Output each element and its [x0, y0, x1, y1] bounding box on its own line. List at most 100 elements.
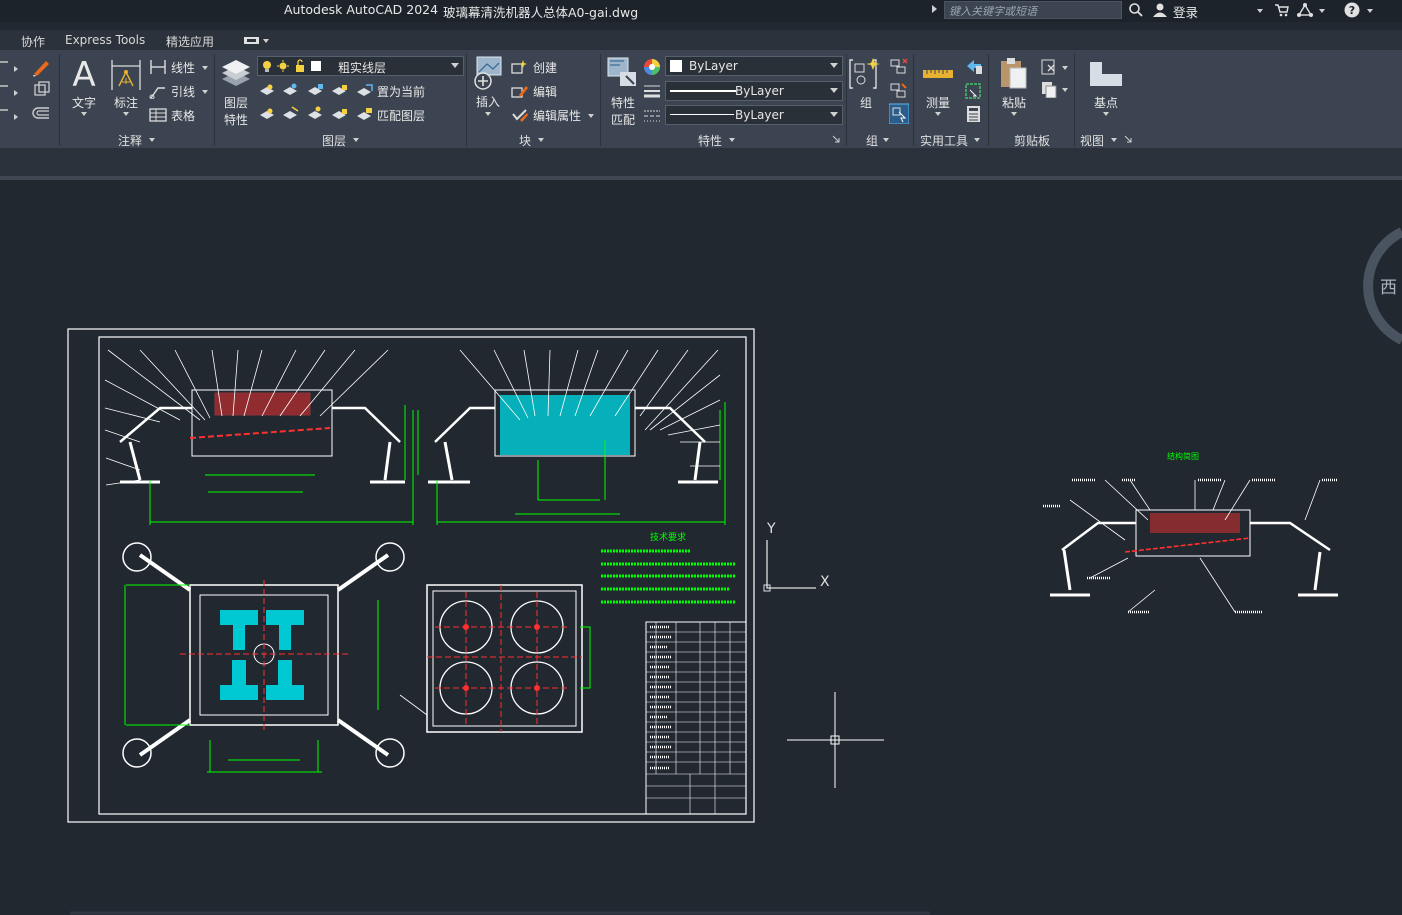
- ucs-x-label: X: [820, 574, 830, 590]
- layer-properties-icon[interactable]: [220, 57, 252, 89]
- edit-attributes-dropdown-icon[interactable]: [588, 114, 594, 118]
- measure-button-label[interactable]: 测量: [926, 94, 950, 111]
- leader-icon[interactable]: [149, 83, 167, 99]
- modify-tools-icons[interactable]: [31, 58, 53, 124]
- layers-panel-label[interactable]: 图层: [322, 132, 346, 149]
- view-dialog-launcher-icon[interactable]: [1124, 135, 1132, 143]
- set-current-icon[interactable]: [356, 83, 374, 99]
- dimension-icon[interactable]: [109, 58, 143, 94]
- layer-tools-icons[interactable]: [258, 81, 354, 129]
- layer-props-label-1[interactable]: 图层: [224, 94, 248, 111]
- login-dropdown-icon[interactable]: [1257, 9, 1263, 13]
- help-dropdown-icon[interactable]: [1367, 9, 1373, 13]
- table-icon[interactable]: [149, 107, 167, 123]
- a360-dropdown-icon[interactable]: [1319, 9, 1325, 13]
- tab-options-icon[interactable]: [244, 36, 270, 46]
- edit-attributes-label[interactable]: 编辑属性: [533, 107, 581, 124]
- groups-panel-label[interactable]: 组: [866, 132, 878, 149]
- groups-panel-expand-icon[interactable]: [883, 138, 889, 142]
- layer-dropdown[interactable]: 粗实线层: [257, 56, 464, 76]
- linear-dim-label[interactable]: 线性: [171, 59, 195, 76]
- properties-dialog-launcher-icon[interactable]: [832, 135, 840, 143]
- leader-label[interactable]: 引线: [171, 83, 195, 100]
- group-tools-icons[interactable]: [889, 58, 909, 124]
- tech-notes-title: 技术要求: [650, 531, 686, 543]
- edit-block-icon[interactable]: [511, 83, 529, 99]
- block-panel-label[interactable]: 块: [519, 132, 531, 149]
- group-icon[interactable]: [849, 58, 883, 94]
- annotate-panel-expand-icon[interactable]: [149, 138, 155, 142]
- utilities-panel-label[interactable]: 实用工具: [920, 132, 968, 149]
- technical-notes: 技术要求: [601, 531, 735, 604]
- create-block-label[interactable]: 创建: [533, 59, 557, 76]
- insert-block-icon[interactable]: [471, 55, 505, 91]
- view-panel-expand-icon[interactable]: [1111, 138, 1117, 142]
- modify-partial-icons[interactable]: [0, 58, 24, 122]
- properties-panel-expand-icon[interactable]: [729, 138, 735, 142]
- utility-tools-icons[interactable]: [964, 58, 984, 124]
- lineweight-icon[interactable]: [643, 83, 661, 99]
- user-icon[interactable]: [1152, 2, 1168, 18]
- text-dropdown-icon[interactable]: [81, 112, 87, 116]
- paste-dropdown-icon[interactable]: [1011, 112, 1017, 116]
- linetype-dropdown[interactable]: ByLayer: [665, 105, 843, 125]
- match-props-label-1[interactable]: 特性: [611, 94, 635, 111]
- layer-props-label-2[interactable]: 特性: [224, 111, 248, 128]
- paste-button-label[interactable]: 粘贴: [1002, 94, 1026, 111]
- search-expand-icon[interactable]: [932, 5, 937, 13]
- search-input[interactable]: 键入关键字或短语: [944, 1, 1122, 19]
- utilities-panel-expand-icon[interactable]: [974, 138, 980, 142]
- group-button-label[interactable]: 组: [860, 94, 872, 111]
- clipboard-panel-label[interactable]: 剪贴板: [1014, 132, 1050, 149]
- drawing-canvas[interactable]: 西 技术要求 Y X 结构简图: [0, 180, 1402, 915]
- base-point-icon[interactable]: [1088, 60, 1124, 88]
- search-icon[interactable]: [1128, 2, 1144, 18]
- measure-dropdown-icon[interactable]: [935, 112, 941, 116]
- create-block-icon[interactable]: [511, 59, 529, 75]
- panel-separator: [1074, 54, 1075, 146]
- color-wheel-icon[interactable]: [643, 58, 661, 76]
- autodesk-a360-icon[interactable]: [1296, 2, 1314, 18]
- match-properties-icon[interactable]: [606, 56, 640, 92]
- help-icon[interactable]: ?: [1343, 1, 1361, 19]
- text-button-label[interactable]: 文字: [72, 94, 96, 111]
- text-icon[interactable]: A: [69, 56, 99, 92]
- login-button[interactable]: 登录: [1173, 2, 1198, 21]
- tab-express-tools[interactable]: Express Tools: [65, 33, 145, 47]
- edit-block-label[interactable]: 编辑: [533, 83, 557, 100]
- panel-separator: [913, 54, 914, 146]
- insert-dropdown-icon[interactable]: [485, 112, 491, 116]
- properties-panel-label[interactable]: 特性: [698, 132, 722, 149]
- tab-featured-apps[interactable]: 精选应用: [166, 33, 214, 50]
- view-panel-label[interactable]: 视图: [1080, 132, 1104, 149]
- insert-button-label[interactable]: 插入: [476, 93, 500, 110]
- viewcube-west-label[interactable]: 西: [1380, 278, 1397, 298]
- color-dropdown[interactable]: ByLayer: [665, 56, 843, 76]
- set-current-label[interactable]: 置为当前: [377, 83, 425, 100]
- measure-icon[interactable]: [922, 64, 954, 84]
- cart-icon[interactable]: [1274, 3, 1290, 17]
- linetype-icon[interactable]: [643, 108, 661, 124]
- dimension-button-label[interactable]: 标注: [114, 94, 138, 111]
- layers-panel-expand-icon[interactable]: [353, 138, 359, 142]
- base-dropdown-icon[interactable]: [1103, 112, 1109, 116]
- lineweight-dropdown[interactable]: ByLayer: [665, 81, 843, 101]
- base-button-label[interactable]: 基点: [1094, 94, 1118, 111]
- linear-dropdown-icon[interactable]: [202, 66, 208, 70]
- tab-collaborate[interactable]: 协作: [21, 33, 45, 50]
- match-layer-icon[interactable]: [356, 107, 374, 123]
- table-label[interactable]: 表格: [171, 107, 195, 124]
- clipboard-tools-icons[interactable]: [1040, 58, 1074, 98]
- match-props-label-2[interactable]: 匹配: [611, 111, 635, 128]
- dimension-dropdown-icon[interactable]: [123, 112, 129, 116]
- chevron-down-icon: [830, 63, 838, 68]
- leader-dropdown-icon[interactable]: [202, 90, 208, 94]
- annotate-panel-label[interactable]: 注释: [118, 132, 142, 149]
- block-panel-expand-icon[interactable]: [538, 138, 544, 142]
- match-layer-label[interactable]: 匹配图层: [377, 107, 425, 124]
- edit-attributes-icon[interactable]: [511, 107, 529, 123]
- paste-icon[interactable]: [998, 56, 1030, 92]
- linear-dim-icon[interactable]: [149, 59, 167, 75]
- color-swatch: [670, 60, 682, 72]
- chevron-down-icon: [830, 112, 838, 117]
